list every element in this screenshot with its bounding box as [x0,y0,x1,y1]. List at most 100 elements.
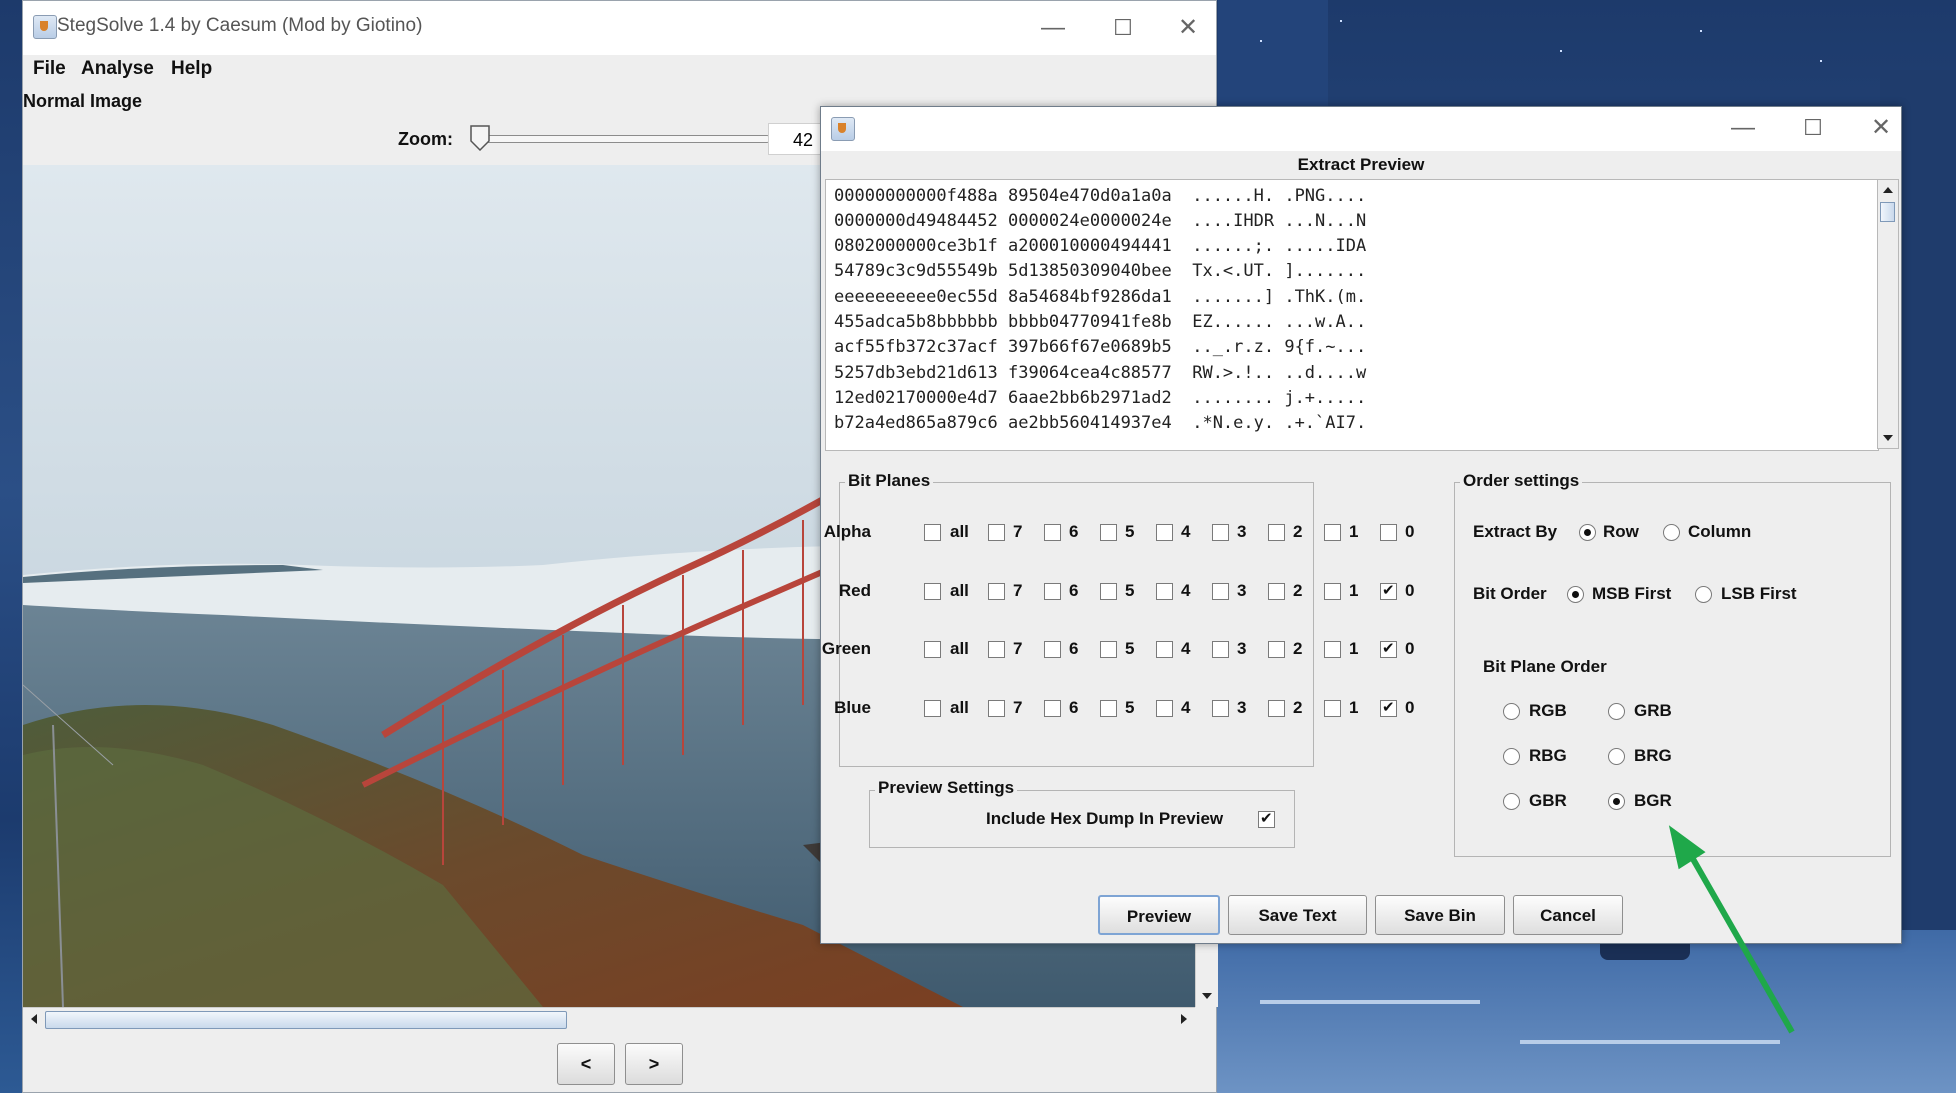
order-rbg-label[interactable]: RBG [1529,746,1567,766]
close-icon[interactable]: ✕ [1168,11,1208,45]
bit-plane-green-bit-5-checkbox[interactable] [1100,641,1117,658]
bit-plane-green-bit-6-checkbox[interactable] [1044,641,1061,658]
bit-plane-order-label: Bit Plane Order [1483,657,1607,676]
bit-plane-red-bit-0-label: 0 [1405,581,1415,600]
bit-plane-blue-bit-2-label: 2 [1293,698,1303,717]
bit-plane-red-all-checkbox[interactable] [924,583,941,600]
bit-plane-red-bit-3-checkbox[interactable] [1212,583,1229,600]
zoom-value[interactable]: 42 [768,123,828,155]
bit-plane-blue-bit-4-checkbox[interactable] [1156,700,1173,717]
order-brg-radio[interactable] [1608,748,1625,765]
bit-plane-red-bit-4-label: 4 [1181,581,1191,600]
order-grb-label[interactable]: GRB [1634,701,1672,721]
bit-plane-red-bit-2-label: 2 [1293,581,1303,600]
bit-plane-green-bit-4-label: 4 [1181,639,1191,658]
bit-plane-red-bit-7-checkbox[interactable] [988,583,1005,600]
menu-file[interactable]: File [33,58,66,80]
scroll-right-arrow-icon[interactable] [1173,1008,1195,1030]
bit-plane-blue-bit-1-checkbox[interactable] [1324,700,1341,717]
bit-plane-alpha-bit-2-checkbox[interactable] [1268,524,1285,541]
msb-first-label[interactable]: MSB First [1592,584,1671,604]
extract-by-column-label[interactable]: Column [1688,522,1751,542]
bit-plane-blue-bit-5-checkbox[interactable] [1100,700,1117,717]
bit-plane-blue-bit-3-checkbox[interactable] [1212,700,1229,717]
bit-plane-alpha-bit-5-checkbox[interactable] [1100,524,1117,541]
bit-plane-red-bit-5-checkbox[interactable] [1100,583,1117,600]
bit-plane-alpha-bit-1-checkbox[interactable] [1324,524,1341,541]
minimize-icon[interactable]: — [1033,11,1073,45]
order-grb-radio[interactable] [1608,703,1625,720]
bit-plane-alpha-bit-6-checkbox[interactable] [1044,524,1061,541]
bit-plane-red-bit-6-checkbox[interactable] [1044,583,1061,600]
hex-dump-preview[interactable]: 00000000000f488a 89504e470d0a1a0a ......… [825,179,1879,451]
menu-bar: File Analyse Help [23,55,1216,85]
menu-help[interactable]: Help [171,58,212,80]
order-gbr-radio[interactable] [1503,793,1520,810]
horizontal-scroll-thumb[interactable] [45,1011,567,1029]
bit-plane-blue-bit-7-checkbox[interactable] [988,700,1005,717]
lsb-first-radio[interactable] [1695,586,1712,603]
dialog-titlebar[interactable]: — ☐ ✕ [821,107,1901,151]
main-titlebar[interactable]: StegSolve 1.4 by Caesum (Mod by Giotino)… [23,1,1216,55]
bit-plane-alpha-all-label: all [950,522,969,541]
dialog-minimize-icon[interactable]: — [1723,111,1763,145]
msb-first-radio[interactable] [1567,586,1584,603]
extract-by-column-radio[interactable] [1663,524,1680,541]
order-rbg-radio[interactable] [1503,748,1520,765]
order-bgr-radio[interactable] [1608,793,1625,810]
bit-plane-red-bit-0-checkbox[interactable] [1380,581,1397,600]
order-rgb-label[interactable]: RGB [1529,701,1567,721]
bit-plane-green-bit-7-checkbox[interactable] [988,641,1005,658]
image-horizontal-scrollbar[interactable] [23,1007,1195,1030]
extract-by-row-radio[interactable] [1579,524,1596,541]
dialog-maximize-icon[interactable]: ☐ [1793,111,1833,145]
save-text-button[interactable]: Save Text [1228,895,1367,935]
hex-vertical-scrollbar[interactable] [1877,179,1899,449]
scroll-down-arrow-icon[interactable] [1196,985,1218,1007]
scroll-up-arrow-icon[interactable] [1878,180,1898,200]
zoom-slider-thumb[interactable] [470,125,490,151]
scroll-down-arrow-icon[interactable] [1878,428,1898,448]
bit-plane-alpha-all-checkbox[interactable] [924,524,941,541]
include-hex-dump-checkbox[interactable] [1258,809,1275,828]
order-gbr-label[interactable]: GBR [1529,791,1567,811]
bit-plane-green-bit-5-label: 5 [1125,639,1135,658]
hex-scroll-thumb[interactable] [1880,202,1895,222]
bit-plane-blue-bit-6-checkbox[interactable] [1044,700,1061,717]
hex-line: 54789c3c9d55549b 5d13850309040bee Tx.<.U… [834,261,1367,281]
bit-plane-green-bit-0-checkbox[interactable] [1380,639,1397,658]
bit-plane-red-bit-1-checkbox[interactable] [1324,583,1341,600]
next-plane-button[interactable]: > [625,1043,683,1085]
preview-button[interactable]: Preview [1098,895,1220,935]
bit-plane-alpha-bit-4-checkbox[interactable] [1156,524,1173,541]
zoom-slider-track[interactable] [478,135,770,143]
extract-by-row-label[interactable]: Row [1603,522,1639,542]
bit-plane-alpha-bit-7-checkbox[interactable] [988,524,1005,541]
bit-plane-red-bit-4-checkbox[interactable] [1156,583,1173,600]
bit-plane-alpha-bit-3-checkbox[interactable] [1212,524,1229,541]
lsb-first-label[interactable]: LSB First [1721,584,1797,604]
menu-analyse[interactable]: Analyse [81,58,154,80]
bit-plane-green-bit-1-checkbox[interactable] [1324,641,1341,658]
dialog-close-icon[interactable]: ✕ [1861,111,1901,145]
bit-plane-alpha-bit-0-label: 0 [1405,522,1415,541]
scroll-left-arrow-icon[interactable] [23,1008,45,1030]
save-bin-button[interactable]: Save Bin [1375,895,1505,935]
bit-plane-blue-all-checkbox[interactable] [924,700,941,717]
bit-plane-blue-bit-0-checkbox[interactable] [1380,698,1397,717]
cancel-button[interactable]: Cancel [1513,895,1623,935]
bit-plane-alpha-bit-0-checkbox[interactable] [1380,524,1397,541]
bit-plane-green-bit-4-checkbox[interactable] [1156,641,1173,658]
bit-plane-alpha-bit-3-label: 3 [1237,522,1247,541]
order-brg-label[interactable]: BRG [1634,746,1672,766]
bit-plane-green-bit-2-checkbox[interactable] [1268,641,1285,658]
bit-plane-red-bit-2-checkbox[interactable] [1268,583,1285,600]
bit-plane-green-bit-3-checkbox[interactable] [1212,641,1229,658]
order-rgb-radio[interactable] [1503,703,1520,720]
hex-line: acf55fb372c37acf 397b66f67e0689b5 .._.r.… [834,337,1367,357]
maximize-icon[interactable]: ☐ [1103,11,1143,45]
order-bgr-label[interactable]: BGR [1634,791,1672,811]
bit-plane-blue-bit-2-checkbox[interactable] [1268,700,1285,717]
bit-plane-green-all-checkbox[interactable] [924,641,941,658]
previous-plane-button[interactable]: < [557,1043,615,1085]
